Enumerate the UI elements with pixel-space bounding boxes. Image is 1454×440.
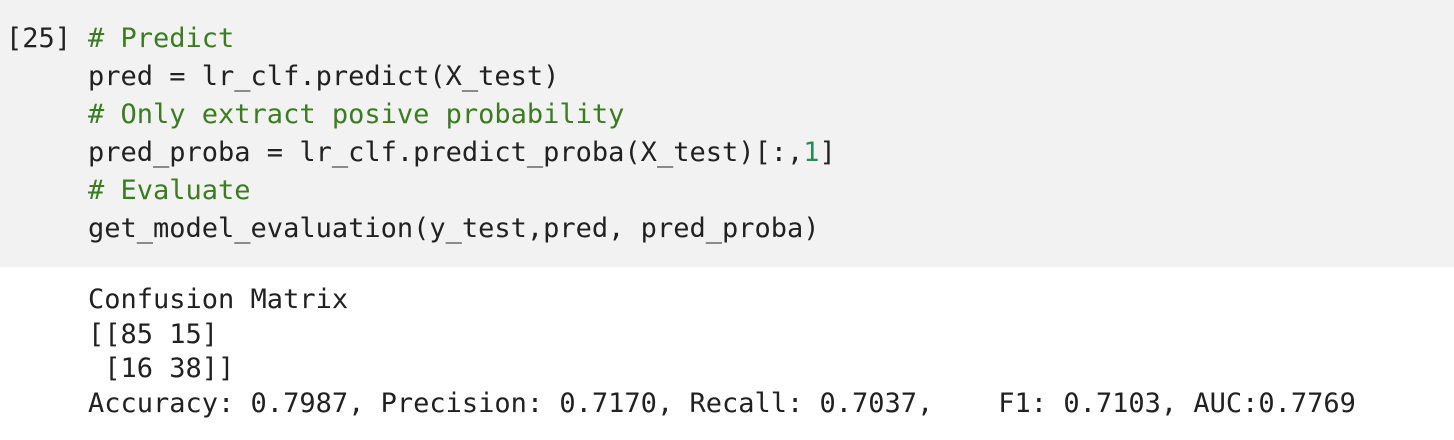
confusion-matrix-row: [16 38]]: [88, 353, 235, 384]
code-line: # Predict: [88, 20, 836, 58]
confusion-matrix-row: [[85 15]: [88, 318, 219, 350]
code-comment: # Only extract posive probability: [88, 99, 625, 130]
code-line: pred = lr_clf.predict(X_test): [88, 58, 836, 96]
code-line: # Evaluate: [88, 172, 836, 210]
code-text: pred = lr_clf.predict(X_test): [88, 61, 560, 92]
code-line: pred_proba = lr_clf.predict_proba(X_test…: [88, 134, 836, 172]
code-line: # Only extract posive probability: [88, 96, 836, 134]
code-comment: # Evaluate: [88, 175, 251, 206]
code-number-literal: 1: [803, 137, 820, 168]
code-input-area[interactable]: [25] # Predict pred = lr_clf.predict(X_te…: [0, 0, 1454, 267]
code-line: get_model_evaluation(y_test,pred, pred_p…: [88, 210, 836, 248]
notebook-cell: [25] # Predict pred = lr_clf.predict(X_te…: [0, 0, 1454, 440]
code-text: pred_proba = lr_clf.predict_proba(X_test…: [88, 137, 804, 168]
code-text: ]: [819, 137, 836, 168]
code-editor[interactable]: # Predict pred = lr_clf.predict(X_test) # …: [88, 20, 836, 248]
cell-output: Confusion Matrix [[85 15] [16 38]] Accurac…: [88, 283, 1356, 421]
metrics-summary: Accuracy: 0.7987, Precision: 0.7170, Rec…: [88, 387, 1356, 419]
code-text: get_model_evaluation(y_test,pred, pred_p…: [88, 213, 820, 244]
code-comment: # Predict: [88, 23, 235, 54]
output-title: Confusion Matrix: [88, 284, 349, 315]
execution-count-prompt: [25]: [6, 23, 72, 54]
